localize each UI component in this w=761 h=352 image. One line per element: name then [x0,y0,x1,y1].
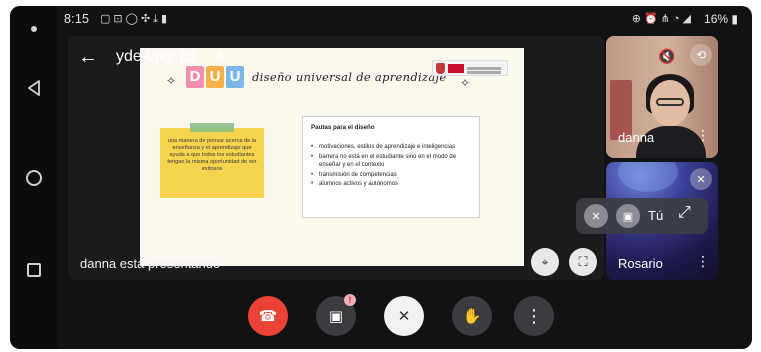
battery-icon: ▮ [731,12,738,26]
download-icon: ⤓ [153,13,162,25]
participant-name: danna [618,130,655,145]
back-arrow-icon[interactable]: ← [78,47,98,67]
self-label: Tú [648,208,664,223]
more-options-button[interactable]: ⋮ [514,296,554,336]
notification-icon: ▢ [100,13,114,25]
nav-recents-button[interactable] [10,250,58,290]
list-item: motivaciones, estilos de aprendizaje e i… [311,143,471,152]
logo-letter-u: U [226,66,244,88]
video-glasses [656,98,684,106]
status-left-icons: ▢⊡◯✣⤓▮ [100,12,170,26]
note-tape [190,123,234,132]
expand-icon[interactable]: ⤢ [678,204,691,222]
slide-title: diseño universal de aprendizaje [252,70,447,84]
self-view-bar[interactable]: ✕ ▣ Tú ⤢ [576,198,708,234]
signal-icon: ◢ [682,13,694,25]
list-item: barrera no está en el estudiante sino en… [311,153,471,170]
phone-screen: 8:15 ▢⊡◯✣⤓▮ ⊕⏰⋔◔◢ 16% ▮ ✧ D U U diseño u… [10,6,752,349]
duu-logo: D U U [186,66,244,88]
hang-up-button[interactable]: ☎ [248,296,288,336]
phone-hangup-icon: ☎ [258,308,278,325]
microphone-toggle-button[interactable]: ✕ [384,296,424,336]
status-right-icons: ⊕⏰⋔◔◢ [632,12,694,25]
home-circle-icon [26,170,42,186]
ministry-logo [432,60,508,76]
mic-off-icon: ✕ [397,308,411,325]
sticky-note: una manera de pensar acerca de la enseña… [160,123,264,198]
more-options-icon[interactable]: ⋮ [696,254,710,268]
nav-home-button[interactable] [10,158,58,198]
unpin-button[interactable]: ⌖ [531,248,559,276]
panel-title: Pautas para el diseño [311,124,375,131]
fullscreen-icon: ⛶ [578,254,588,269]
pin-off-icon: ⌖ [541,254,549,269]
status-time: 8:15 [64,12,90,26]
caret-right-icon[interactable]: ▶ [217,50,225,61]
call-controls: ☎ ▣ ! ✕ ✋ ⋮ [58,288,752,348]
fullscreen-button[interactable]: ⛶ [569,248,597,276]
self-camera-off-button[interactable]: ▣ [616,204,640,228]
location-icon: ✣ [140,13,154,25]
whatsapp-icon: ◯ [125,13,141,25]
android-nav-rail [10,6,58,349]
participant-name: Rosario [618,256,663,271]
sparkle-icon: ✧ [166,74,177,88]
switch-camera-icon[interactable]: ⟲ [690,44,712,66]
lock-icon: ▮ [161,13,171,25]
shield-icon [436,62,445,74]
vibrate-icon: ⊕ [631,13,644,25]
raise-hand-button[interactable]: ✋ [452,296,492,336]
network-icon: ⋔ [660,13,673,25]
mic-off-icon: ✕ [690,168,712,190]
status-bar: 8:15 ▢⊡◯✣⤓▮ ⊕⏰⋔◔◢ 16% ▮ [58,6,752,32]
list-item: alumnos activos y autónomos [311,180,471,189]
hand-icon: ✋ [462,308,482,325]
back-triangle-icon [28,80,40,96]
self-mic-off-button[interactable]: ✕ [584,204,608,228]
more-options-icon[interactable]: ⋮ [696,128,710,142]
sparkle-icon: ✧ [460,76,471,90]
logo-letter-u: U [206,66,224,88]
presenting-label: danna está presentando [80,256,221,271]
alarm-icon: ⏰ [643,13,661,25]
recents-square-icon [27,263,41,277]
battery-indicator: 16% ▮ [704,12,738,26]
video-light-glow [618,162,678,192]
wifi-icon: ◔ [672,13,683,25]
participant-tile-danna[interactable]: 🔇 ⟲ danna ⋮ [606,36,718,158]
logo-letter-d: D [186,66,204,88]
shared-slide: ✧ D U U diseño universal de aprendizaje … [140,48,524,266]
gallery-icon: ⊡ [113,13,126,25]
nav-back-button[interactable] [10,68,58,108]
camera-dot [31,26,37,32]
logo-text-lines [467,66,501,70]
meeting-code[interactable]: yde-vjxy-jct [116,48,196,66]
list-item: transmisión de competencias [311,171,471,180]
guidelines-list: motivaciones, estilos de aprendizaje e i… [311,143,471,189]
presentation-stage[interactable]: ✧ D U U diseño universal de aprendizaje … [68,36,604,280]
camera-off-icon: ▣ [328,308,344,325]
flag-icon [448,63,464,73]
device-frame: 8:15 ▢⊡◯✣⤓▮ ⊕⏰⋔◔◢ 16% ▮ ✧ D U U diseño u… [0,0,761,352]
note-text: una manera de pensar acerca de la enseña… [167,138,257,172]
alert-badge: ! [344,294,356,306]
more-vert-icon: ⋮ [525,305,543,326]
mic-off-icon: 🔇 [658,48,676,64]
battery-percent: 16% [704,12,729,26]
guidelines-panel: Pautas para el diseño motivaciones, esti… [302,116,480,218]
